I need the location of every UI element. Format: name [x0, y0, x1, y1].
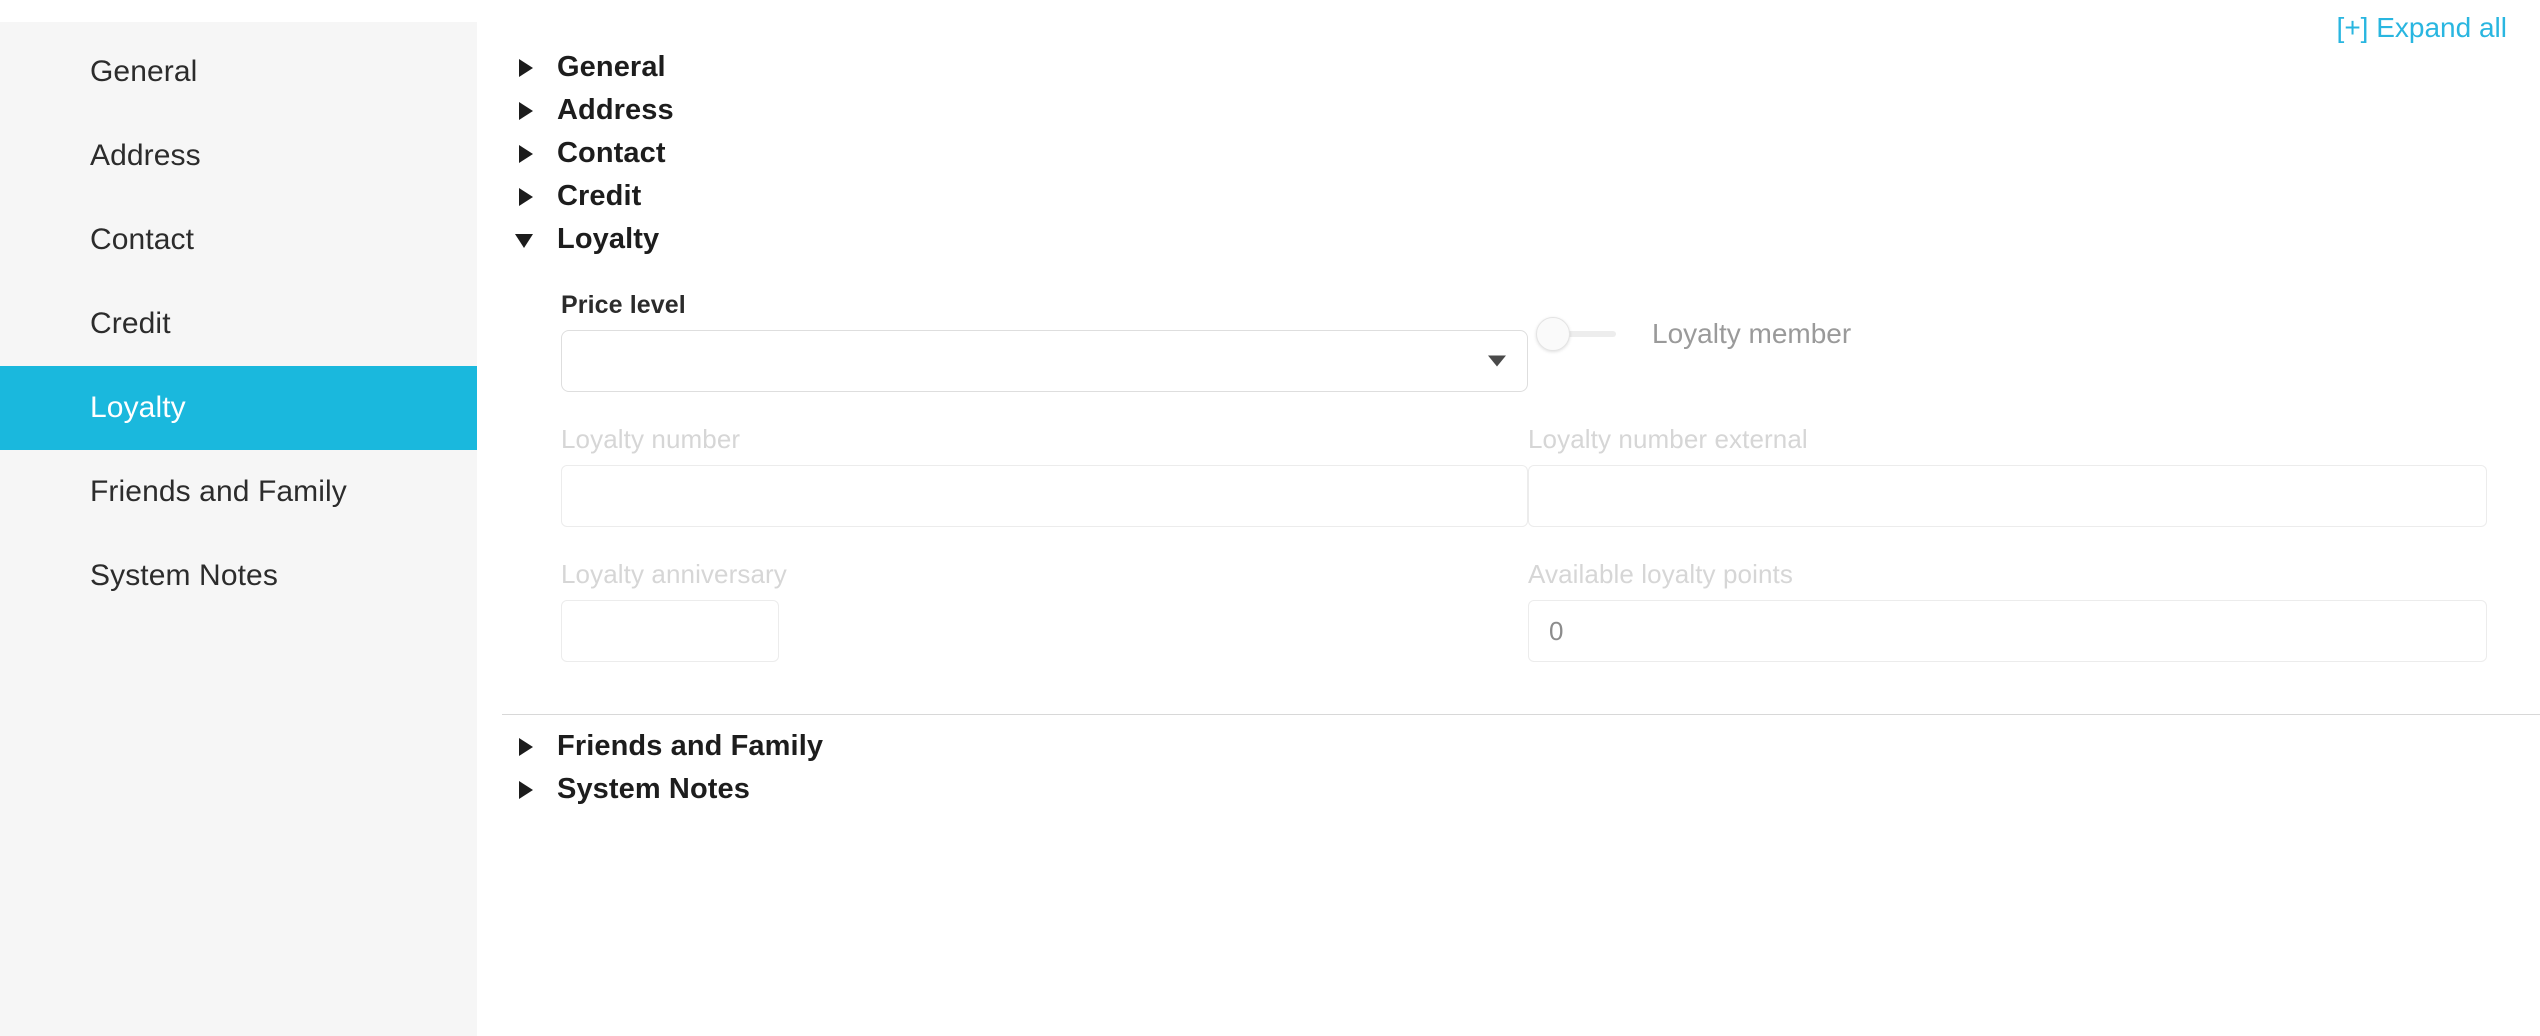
- section-header-friends-and-family[interactable]: Friends and Family: [477, 725, 2540, 768]
- available-loyalty-points-input[interactable]: [1528, 600, 2487, 662]
- loyalty-anniversary-label: Loyalty anniversary: [561, 559, 787, 589]
- caret-right-icon: [515, 143, 537, 165]
- caret-right-icon: [515, 736, 537, 758]
- section-header-general[interactable]: General: [477, 46, 2540, 89]
- loyalty-row-3: Loyalty anniversary Available loyalty po…: [477, 559, 2540, 662]
- section-nav-sidebar: General Address Contact Credit Loyalty F…: [0, 22, 477, 1036]
- sidebar-item-system-notes[interactable]: System Notes: [0, 534, 477, 618]
- caret-right-icon: [515, 186, 537, 208]
- sidebar-item-contact[interactable]: Contact: [0, 198, 477, 282]
- loyalty-member-toggle[interactable]: [1536, 317, 1618, 351]
- loyalty-row-2: Loyalty number Loyalty number external: [477, 424, 2540, 527]
- price-level-select[interactable]: [561, 330, 1528, 392]
- loyalty-section-body: Price level Loyalty member Loyalty numbe…: [477, 261, 2540, 725]
- section-title: Friends and Family: [557, 730, 824, 762]
- sidebar-item-general[interactable]: General: [0, 30, 477, 114]
- section-header-credit[interactable]: Credit: [477, 175, 2540, 218]
- expand-all-link[interactable]: [+] Expand all: [2337, 12, 2507, 44]
- section-header-contact[interactable]: Contact: [477, 132, 2540, 175]
- sidebar-item-label: Friends and Family: [90, 475, 347, 508]
- sidebar-item-label: Contact: [90, 223, 195, 256]
- caret-right-icon: [515, 100, 537, 122]
- toggle-knob: [1536, 317, 1570, 351]
- available-loyalty-points-field: Available loyalty points: [1528, 559, 2540, 662]
- loyalty-member-label: Loyalty member: [1652, 318, 1852, 349]
- sidebar-item-loyalty[interactable]: Loyalty: [0, 366, 477, 450]
- caret-right-icon: [515, 57, 537, 79]
- available-loyalty-points-label: Available loyalty points: [1528, 559, 1793, 589]
- loyalty-row-1: Price level Loyalty member: [477, 291, 2540, 392]
- sidebar-item-credit[interactable]: Credit: [0, 282, 477, 366]
- loyalty-member-toggle-row: Loyalty member: [1528, 291, 2487, 351]
- customer-detail-page: General Address Contact Credit Loyalty F…: [0, 0, 2540, 1036]
- loyalty-anniversary-input[interactable]: [561, 600, 779, 662]
- loyalty-number-external-label: Loyalty number external: [1528, 424, 1808, 454]
- sidebar-item-label: General: [90, 55, 198, 88]
- sidebar-item-label: Address: [90, 139, 201, 172]
- section-title: Contact: [557, 137, 666, 169]
- loyalty-member-toggle-cell: Loyalty member: [1528, 291, 2540, 351]
- section-header-loyalty[interactable]: Loyalty: [477, 218, 2540, 261]
- section-title: Credit: [557, 180, 642, 212]
- caret-right-icon: [515, 779, 537, 801]
- section-header-system-notes[interactable]: System Notes: [477, 768, 2540, 811]
- loyalty-number-field: Loyalty number: [477, 424, 1528, 527]
- price-level-field: Price level: [477, 291, 1528, 392]
- loyalty-number-external-input[interactable]: [1528, 465, 2487, 527]
- sidebar-item-label: Loyalty: [90, 391, 186, 424]
- loyalty-number-external-field: Loyalty number external: [1528, 424, 2540, 527]
- section-title: System Notes: [557, 773, 750, 805]
- sidebar-item-friends-and-family[interactable]: Friends and Family: [0, 450, 477, 534]
- accordion-sections: General Address Contact Credit Loyalty P…: [477, 46, 2540, 811]
- caret-down-icon: [515, 229, 537, 251]
- price-level-label: Price level: [561, 291, 686, 319]
- section-title: Loyalty: [557, 223, 660, 255]
- sidebar-item-address[interactable]: Address: [0, 114, 477, 198]
- loyalty-number-input[interactable]: [561, 465, 1528, 527]
- section-header-address[interactable]: Address: [477, 89, 2540, 132]
- content-panel: [+] Expand all General Address Contact C…: [477, 0, 2540, 1036]
- loyalty-anniversary-field: Loyalty anniversary: [477, 559, 1528, 662]
- sidebar-item-label: System Notes: [90, 559, 278, 592]
- sidebar-item-label: Credit: [90, 307, 171, 340]
- section-title: Address: [557, 94, 674, 126]
- section-title: General: [557, 51, 666, 83]
- price-level-select-wrap: [561, 330, 1528, 392]
- loyalty-number-label: Loyalty number: [561, 424, 741, 454]
